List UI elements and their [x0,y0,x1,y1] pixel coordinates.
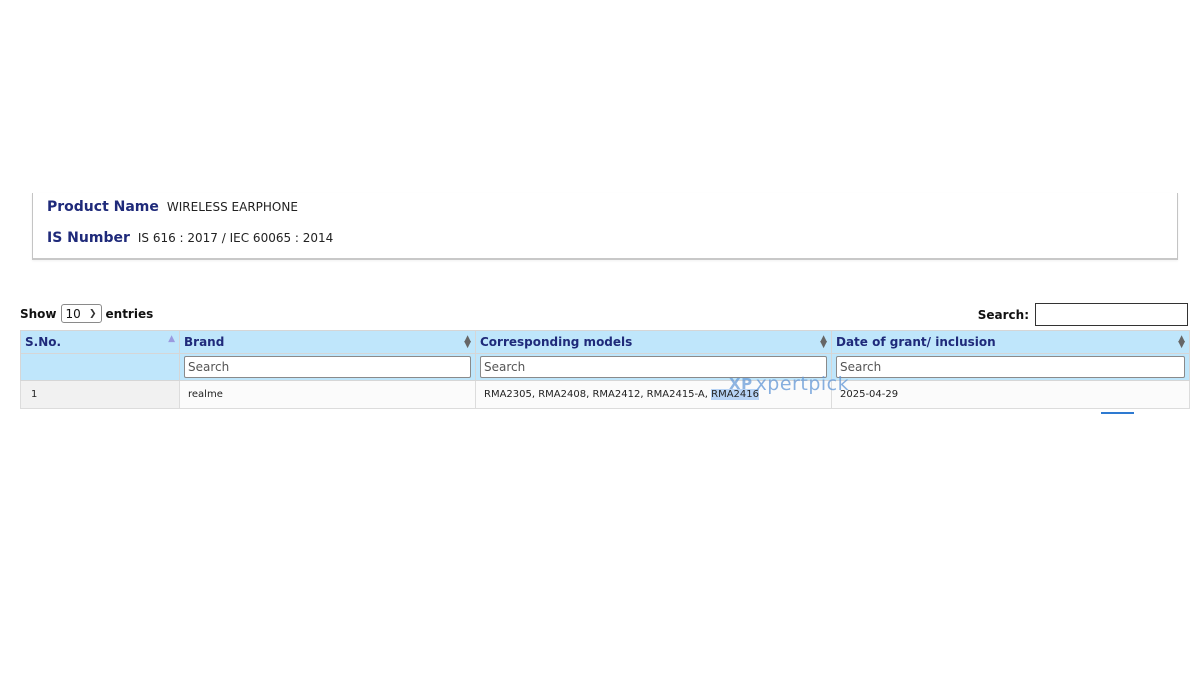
sort-both-icon: ▲ ▼ [1178,334,1185,350]
show-label: Show [20,306,57,321]
product-name-value: WIRELESS EARPHONE [166,200,298,214]
column-header-label: Brand [184,335,225,349]
is-number-row: IS Number IS 616 : 2017 / IEC 60065 : 20… [47,230,333,246]
cell-brand: realme [179,380,476,409]
filter-cell-date [831,353,1190,381]
entries-select[interactable]: 10 ❯ [60,304,102,323]
filter-cell-models [475,353,832,381]
entries-select-value: 10 [65,306,81,321]
brand-filter-input[interactable] [184,356,471,378]
is-number-value: IS 616 : 2017 / IEC 60065 : 2014 [137,231,334,245]
column-header-models[interactable]: Corresponding models ▲ ▼ [475,330,832,354]
certification-table: S.No. ▲ Brand ▲ ▼ Corresponding models ▲ ▼… [20,330,1190,409]
models-filter-input[interactable] [480,356,827,378]
cell-date: 2025-04-29 [831,380,1190,409]
table-header-row: S.No. ▲ Brand ▲ ▼ Corresponding models ▲ ▼… [20,330,1190,354]
product-info-panel: Product Name WIRELESS EARPHONE IS Number… [32,193,1178,260]
column-filter-row [20,353,1190,381]
sort-both-icon: ▲ ▼ [820,334,827,350]
column-header-label: S.No. [25,335,62,349]
entries-length-control: Show 10 ❯ entries [20,304,153,323]
chevron-down-icon: ❯ [88,308,97,319]
table-row: 1 realme RMA2305, RMA2408, RMA2412, RMA2… [20,380,1190,409]
sort-ascending-icon: ▲ [168,334,175,344]
cell-models: RMA2305, RMA2408, RMA2412, RMA2415-A, RM… [475,380,832,409]
column-header-sno[interactable]: S.No. ▲ [20,330,180,354]
column-header-brand[interactable]: Brand ▲ ▼ [179,330,476,354]
models-highlighted-text: RMA2416 [711,389,759,400]
product-name-row: Product Name WIRELESS EARPHONE [47,199,298,215]
column-header-label: Date of grant/ inclusion [836,335,996,349]
product-name-label: Product Name [47,199,159,215]
table-search-control: Search: [978,303,1188,326]
date-filter-input[interactable] [836,356,1185,378]
is-number-label: IS Number [47,230,130,246]
cell-sno: 1 [20,380,180,409]
sort-both-icon: ▲ ▼ [464,334,471,350]
filter-cell-sno [20,353,180,381]
models-text: RMA2305, RMA2408, RMA2412, RMA2415-A, [484,389,712,400]
filter-cell-brand [179,353,476,381]
pagination-underline [1101,412,1134,414]
page: Product Name WIRELESS EARPHONE IS Number… [0,0,1200,680]
column-header-date[interactable]: Date of grant/ inclusion ▲ ▼ [831,330,1190,354]
column-header-label: Corresponding models [480,335,633,349]
search-label: Search: [977,307,1029,322]
table-search-input[interactable] [1035,303,1188,326]
entries-label: entries [105,306,154,321]
